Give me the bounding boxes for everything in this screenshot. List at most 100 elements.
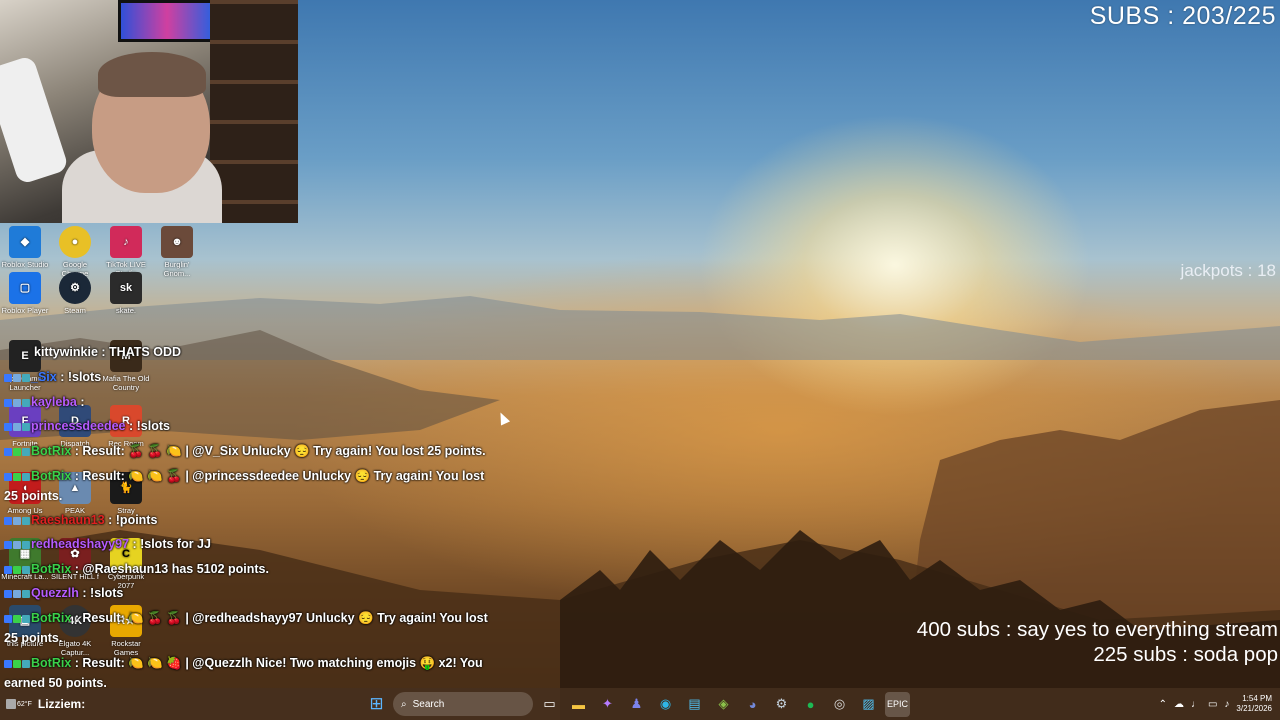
- badge-icon: [13, 422, 21, 431]
- badge-icon: [4, 373, 12, 382]
- chat-text: : !slots: [125, 419, 170, 433]
- badge-icon: [13, 540, 21, 549]
- microphone-icon[interactable]: ♩: [1191, 699, 1201, 710]
- chat-overlay: kittywinkie : THATS ODD _Six : !slots ka…: [0, 0, 520, 720]
- chat-message: BotRix : Result: 🍋 🍋 🍒 | @princessdeedee…: [4, 469, 484, 484]
- chevron-up-icon[interactable]: ⌃: [1159, 699, 1167, 710]
- chat-message: BotRix : Result: 🍒 🍒 🍋 | @V_Six Unlucky …: [4, 444, 486, 459]
- taskbar-weather-and-chat[interactable]: 62°F Lizziem :: [6, 688, 85, 720]
- chat-text: : !points: [104, 513, 158, 527]
- chat-username: princessdeedee: [31, 419, 126, 433]
- chat-text: :: [76, 395, 85, 409]
- sub-goals: 400 subs : say yes to everything stream …: [917, 617, 1278, 667]
- badge-icon: [13, 614, 21, 623]
- badge-icon: [22, 447, 30, 456]
- badge-icon: [4, 422, 12, 431]
- chat-text: : Result: 🍋 🍒 🍒 | @redheadshayy97 Unluck…: [71, 611, 488, 625]
- badge-icon: [4, 472, 12, 481]
- chat-message: redheadshayy97 : !slots for JJ: [4, 537, 211, 551]
- clock-date: 3/21/2026: [1236, 704, 1272, 713]
- store-icon[interactable]: ▤: [682, 692, 707, 717]
- taskbar-apps: ⊞ ⌕ Search ▭ ▬ ✦ ♟ ◉ ▤ ◈ ◕ ⚙ ● ◎ ▨ EPIC: [364, 688, 910, 720]
- badge-icon: [22, 659, 30, 668]
- discord-icon[interactable]: ◕: [740, 692, 765, 717]
- subs-counter: SUBS : 203/225: [1089, 2, 1276, 30]
- chat-text: : Result: 🍋 🍋 🍓 | @Quezzlh Nice! Two mat…: [71, 656, 483, 670]
- photos-icon[interactable]: ▨: [856, 692, 881, 717]
- chat-text: : @Raeshaun13 has 5102 points.: [71, 562, 269, 576]
- badge-icon: [4, 589, 12, 598]
- search-icon: ⌕: [401, 698, 407, 710]
- weather-icon: [6, 699, 16, 709]
- search-label: Search: [412, 698, 445, 710]
- chat-text: : Result: 🍒 🍒 🍋 | @V_Six Unlucky 😔 Try a…: [71, 444, 486, 458]
- sub-goal-225: 225 subs : soda pop: [1093, 643, 1278, 666]
- spotify-icon[interactable]: ●: [798, 692, 823, 717]
- badge-icon: [13, 516, 21, 525]
- chat-username: Raeshaun13: [31, 513, 105, 527]
- taskbar-search[interactable]: ⌕ Search: [393, 692, 533, 716]
- chat-username: kittywinkie: [34, 345, 98, 359]
- badge-icon: [4, 447, 12, 456]
- badge-icon: [22, 472, 30, 481]
- badge-icon: [13, 589, 21, 598]
- copilot-icon[interactable]: ✦: [595, 692, 620, 717]
- badge-icon: [13, 472, 21, 481]
- badge-icon: [22, 373, 30, 382]
- badge-icon: [13, 565, 21, 574]
- chat-message: Quezzlh : !slots: [4, 586, 123, 600]
- chat-text: : !slots: [56, 370, 102, 384]
- app-icon[interactable]: ◈: [711, 692, 736, 717]
- badge-icon: [13, 373, 21, 382]
- sub-goal-400: 400 subs : say yes to everything stream: [916, 618, 1278, 641]
- badge-icon: [13, 447, 21, 456]
- chat-username: kayleba: [31, 395, 77, 409]
- chat-text: : !slots for JJ: [128, 537, 211, 551]
- clock[interactable]: 1:54 PM 3/21/2026: [1236, 694, 1272, 714]
- chat-message: kayleba :: [4, 395, 85, 409]
- chat-message: princessdeedee : !slots: [4, 419, 170, 433]
- badge-icon: [22, 516, 30, 525]
- badge-icon: [4, 565, 12, 574]
- badge-icon: [4, 540, 12, 549]
- weather-temp: 62°F: [17, 700, 32, 708]
- badge-icon: [22, 565, 30, 574]
- chat-message: Raeshaun13 : !points: [4, 513, 157, 527]
- clock-time: 1:54 PM: [1242, 694, 1272, 703]
- chat-username: _Six: [31, 370, 57, 384]
- badge-icon: [13, 659, 21, 668]
- chat-message: kittywinkie : THATS ODD: [34, 345, 181, 359]
- chat-message: _Six : !slots: [4, 370, 101, 384]
- chat-username: BotRix: [31, 656, 72, 670]
- cloud-icon[interactable]: ☁: [1174, 699, 1184, 710]
- badge-icon: [22, 614, 30, 623]
- taskbar: 62°F Lizziem : ⊞ ⌕ Search ▭ ▬ ✦ ♟ ◉ ▤ ◈ …: [0, 688, 1280, 720]
- chat-text: : !slots: [78, 586, 124, 600]
- start-button[interactable]: ⊞: [364, 692, 389, 717]
- network-icon[interactable]: ▭: [1208, 699, 1217, 710]
- badge-icon: [4, 398, 12, 407]
- file-explorer-icon[interactable]: ▬: [566, 692, 591, 717]
- badge-icon: [22, 540, 30, 549]
- epic-games-icon[interactable]: EPIC: [885, 691, 910, 717]
- chat-message-continued: 25 points.: [4, 489, 63, 503]
- badge-icon: [4, 659, 12, 668]
- chat-username: Quezzlh: [31, 586, 79, 600]
- obs-icon[interactable]: ◎: [827, 692, 852, 717]
- edge-icon[interactable]: ◉: [653, 692, 678, 717]
- chat-username: BotRix: [31, 611, 72, 625]
- chat-username: BotRix: [31, 444, 72, 458]
- chat-username: redheadshayy97: [31, 537, 129, 551]
- badge-icon: [4, 614, 12, 623]
- badge-icon: [22, 589, 30, 598]
- system-tray: ⌃ ☁ ♩ ▭ ♪ 1:54 PM 3/21/2026: [1159, 688, 1272, 720]
- chat-text: :: [81, 697, 86, 711]
- teams-icon[interactable]: ♟: [624, 692, 649, 717]
- badge-icon: [13, 398, 21, 407]
- chat-message-continued: 25 points.: [4, 631, 63, 645]
- chat-text: : Result: 🍋 🍋 🍒 | @princessdeedee Unluck…: [71, 469, 485, 483]
- steam-icon[interactable]: ⚙: [769, 692, 794, 717]
- volume-icon[interactable]: ♪: [1224, 699, 1229, 710]
- badge-icon: [4, 516, 12, 525]
- task-view-icon[interactable]: ▭: [537, 692, 562, 717]
